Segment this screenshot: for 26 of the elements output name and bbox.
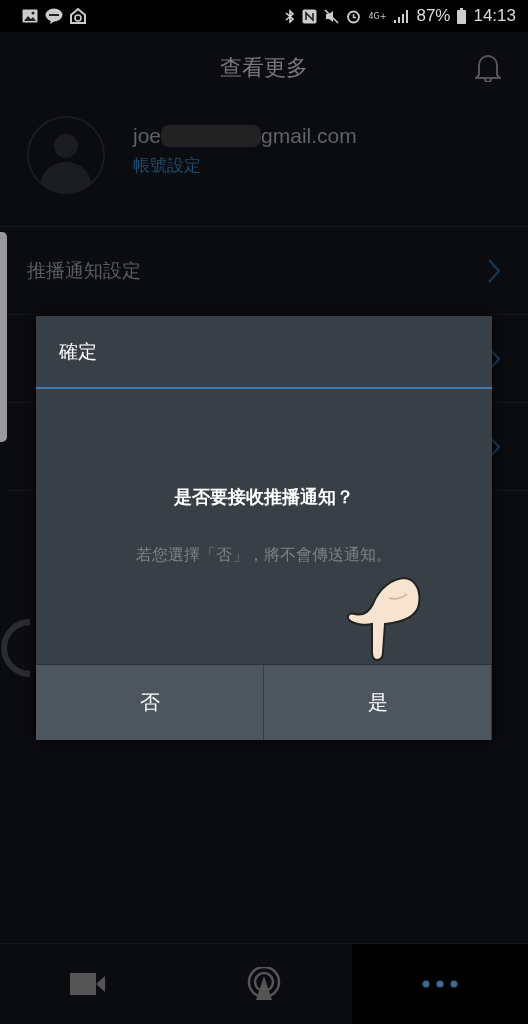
signal-icon <box>393 9 410 23</box>
email-text: gmail.com <box>261 123 357 148</box>
more-icon <box>422 980 458 988</box>
dialog-question: 是否要接收推播通知？ <box>174 485 354 509</box>
video-camera-icon <box>70 972 106 996</box>
gallery-icon <box>22 9 38 23</box>
bell-icon[interactable] <box>475 52 501 82</box>
email-text: joe <box>133 123 162 148</box>
clock: 14:13 <box>473 6 516 26</box>
dialog-title: 確定 <box>36 316 492 389</box>
dialog-button[interactable]: 否 <box>36 665 264 740</box>
network-type: 4G+ <box>368 11 387 21</box>
dialog-note: 若您選擇「否」，將不會傳送通知。 <box>136 545 392 566</box>
house-a-icon <box>70 8 86 24</box>
chat-bubble-icon <box>45 8 63 24</box>
dialog-button[interactable]: 是 <box>264 665 492 740</box>
alarm-icon <box>346 8 362 24</box>
nfc-icon <box>302 8 318 24</box>
page-title: 查看更多 <box>220 54 308 82</box>
bluetooth-icon <box>285 8 296 24</box>
battery-percent: 87% <box>416 6 451 26</box>
broadcast-icon <box>247 967 281 1001</box>
edge-panel-handle[interactable] <box>0 232 7 442</box>
battery-icon <box>457 8 467 24</box>
mute-icon <box>324 8 340 24</box>
chevron-icon <box>488 258 500 283</box>
